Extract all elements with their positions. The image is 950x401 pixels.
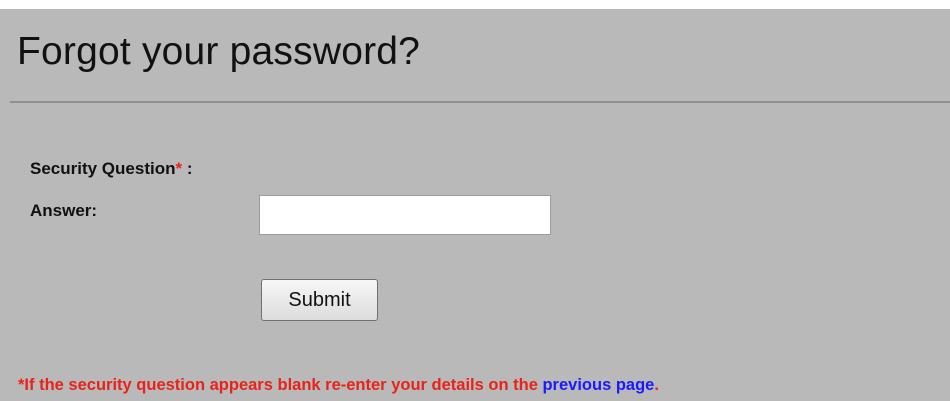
answer-label: Answer: [30, 201, 98, 220]
security-question-label-text: Security Question [30, 159, 176, 178]
footer-note-end: . [654, 376, 659, 394]
page-title: Forgot your password? [17, 30, 421, 73]
answer-input[interactable] [259, 195, 551, 235]
footer-note-text: *If the security question appears blank … [18, 376, 543, 394]
previous-page-link[interactable]: previous page [542, 376, 654, 394]
forgot-password-panel: Forgot your password? Security Question*… [0, 9, 950, 401]
security-question-label: Security Question* : [30, 159, 193, 179]
security-question-label-suffix: : [182, 159, 193, 178]
footer-note: *If the security question appears blank … [18, 376, 659, 395]
title-divider [10, 101, 950, 103]
submit-button[interactable]: Submit [261, 279, 378, 321]
